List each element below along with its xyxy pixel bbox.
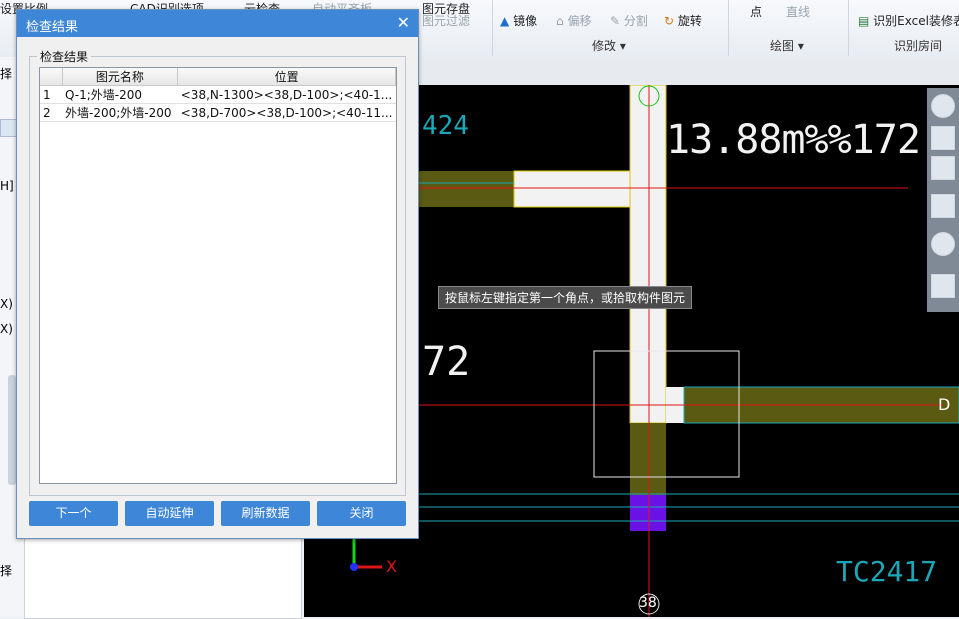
- rotate-button[interactable]: ↻ 旋转: [664, 12, 702, 29]
- close-icon[interactable]: ✕: [397, 13, 410, 32]
- left-item: X): [0, 297, 13, 311]
- split-button[interactable]: ✎ 分割: [610, 12, 648, 29]
- left-item: H]: [0, 179, 14, 193]
- orbit-icon[interactable]: [931, 94, 955, 118]
- wall-segment: [513, 170, 631, 208]
- result-table: 图元名称 位置 1 Q-1;外墙-200 <38,N-1300><38,D-10…: [39, 67, 397, 484]
- ribbon-item-filter[interactable]: 图元过滤: [422, 12, 470, 29]
- row-index: 1: [40, 85, 62, 104]
- table-header-row: 图元名称 位置: [40, 68, 396, 86]
- left-item: 择: [0, 564, 13, 578]
- room-group-label: 识别房间: [894, 39, 943, 53]
- axis-label-38: 38: [639, 595, 657, 611]
- next-button[interactable]: 下一个: [29, 501, 118, 526]
- view-top-icon[interactable]: [931, 156, 955, 180]
- cad-text-72: 72: [422, 339, 471, 385]
- offset-icon: ⌂: [556, 14, 564, 28]
- grid-view-icon[interactable]: [931, 274, 955, 298]
- mirror-button[interactable]: ▲ 镜像: [500, 12, 537, 29]
- column: [630, 495, 666, 531]
- x-axis-label: X: [386, 557, 397, 576]
- ribbon-separator: [728, 0, 729, 56]
- table-row[interactable]: 2 外墙-200;外墙-200 <38,D-700><38,D-100>;<40…: [40, 103, 396, 122]
- line-button[interactable]: 直线: [786, 3, 810, 20]
- row-name: 外墙-200;外墙-200: [62, 103, 178, 122]
- wall-segment: [414, 171, 514, 207]
- close-button[interactable]: 关闭: [317, 501, 406, 526]
- left-item[interactable]: 择: [0, 65, 12, 82]
- row-position: <38,N-1300><38,D-100>;<40-1...: [177, 85, 396, 104]
- scrollbar[interactable]: [8, 375, 16, 485]
- excel-icon: ▤: [858, 14, 870, 28]
- auto-extend-button[interactable]: 自动延伸: [125, 501, 214, 526]
- axis-label-d: D: [938, 395, 951, 414]
- excel-recognize-button[interactable]: ▤ 识别Excel装修表: [858, 12, 959, 29]
- table-row[interactable]: 1 Q-1;外墙-200 <38,N-1300><38,D-100>;<40-1…: [40, 85, 396, 104]
- wall-segment: [630, 423, 666, 495]
- row-index: 2: [40, 103, 62, 122]
- check-result-dialog: 检查结果 ✕ 检查结果 图元名称 位置 1 Q-1;外墙-200 <38,N-1…: [16, 9, 419, 539]
- modify-group-label[interactable]: 修改 ▾: [592, 37, 626, 54]
- rotate-icon: ↻: [664, 14, 675, 28]
- ribbon-separator: [492, 0, 493, 56]
- offset-button[interactable]: ⌂ 偏移: [556, 12, 591, 29]
- mirror-icon: ▲: [500, 14, 510, 28]
- ribbon-separator: [848, 0, 849, 56]
- left-content-pane: [24, 537, 302, 619]
- left-item: X): [0, 322, 13, 336]
- draw-group-label[interactable]: 绘图 ▾: [770, 37, 804, 54]
- col-header-index[interactable]: [40, 68, 63, 86]
- view-cube-icon[interactable]: [931, 194, 955, 218]
- refresh-data-button[interactable]: 刷新数据: [221, 501, 310, 526]
- rotate-view-icon[interactable]: [931, 232, 955, 256]
- row-position: <38,D-700><38,D-100>;<40-11...: [177, 103, 396, 122]
- dialog-title: 检查结果: [26, 20, 79, 35]
- cad-text-tc2417: TC2417: [836, 555, 938, 588]
- col-header-name[interactable]: 图元名称: [62, 68, 179, 86]
- cad-text-area: 13.88m%%172: [666, 117, 921, 163]
- canvas-tooltip: 按鼠标左键指定第一个角点，或拾取构件图元: [438, 286, 693, 309]
- group-label: 检查结果: [37, 48, 92, 65]
- view-toolbar: [927, 88, 959, 312]
- origin-marker: [350, 563, 358, 571]
- dialog-titlebar[interactable]: 检查结果 ✕: [17, 10, 418, 37]
- split-icon: ✎: [610, 14, 621, 28]
- point-button[interactable]: 点: [750, 3, 762, 20]
- wall-segment: [629, 85, 667, 424]
- col-header-position[interactable]: 位置: [177, 68, 396, 86]
- cad-text-424: 424: [422, 111, 469, 141]
- row-name: Q-1;外墙-200: [62, 85, 178, 104]
- view-3d-icon[interactable]: [931, 126, 955, 150]
